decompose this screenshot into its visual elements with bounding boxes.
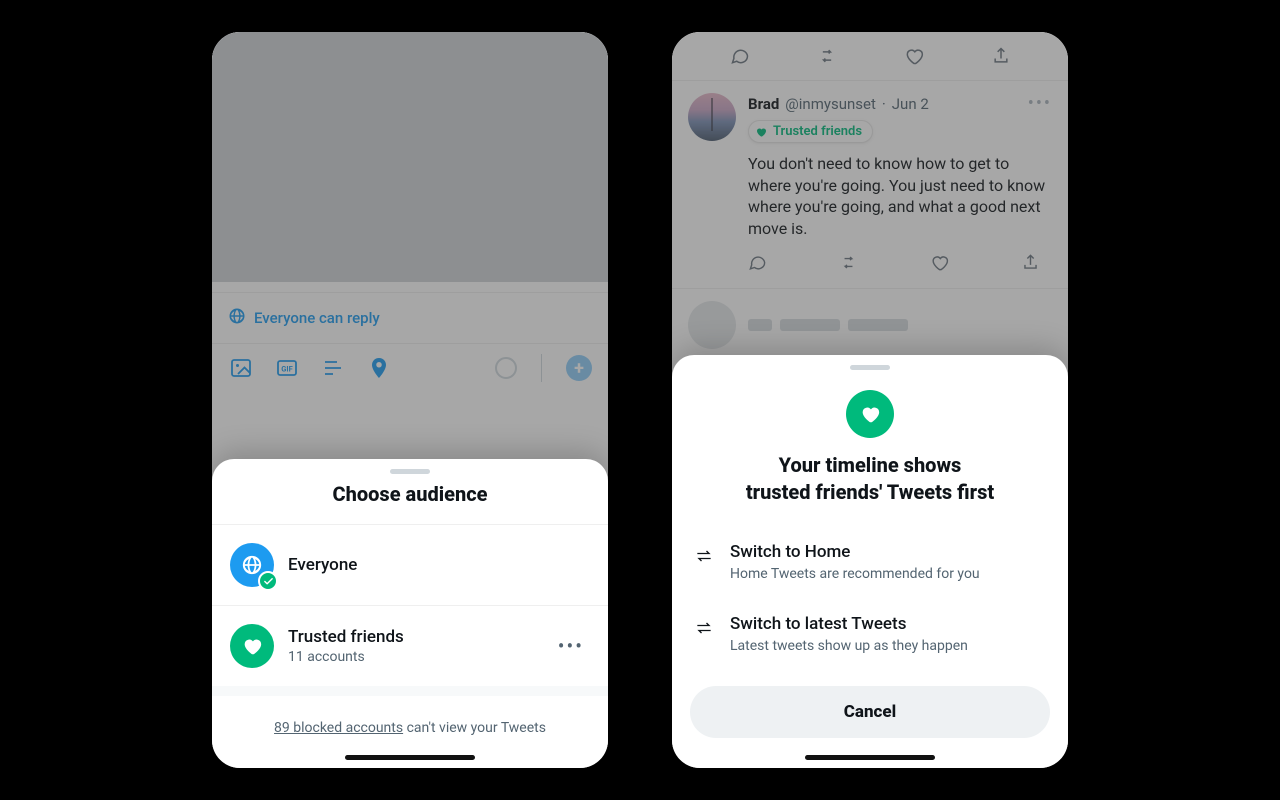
- switch-to-latest-option[interactable]: Switch to latest Tweets Latest tweets sh…: [672, 598, 1068, 670]
- heart-icon: [846, 390, 894, 438]
- switch-to-home-option[interactable]: Switch to Home Home Tweets are recommend…: [672, 526, 1068, 598]
- audience-option-everyone[interactable]: Everyone: [212, 524, 608, 605]
- option-label: Trusted friends: [288, 627, 404, 647]
- selected-check-icon: [258, 571, 278, 591]
- option-subtitle: Latest tweets show up as they happen: [730, 638, 968, 654]
- cancel-button[interactable]: Cancel: [690, 686, 1050, 738]
- headline-line1: Your timeline shows: [779, 453, 962, 477]
- option-subtitle: Home Tweets are recommended for you: [730, 566, 980, 582]
- blocked-accounts-footer: 89 blocked accounts can't view your Twee…: [212, 686, 608, 744]
- sheet-title: Choose audience: [212, 482, 608, 506]
- blocked-accounts-link[interactable]: 89 blocked accounts: [274, 720, 403, 736]
- more-icon[interactable]: •••: [558, 634, 590, 658]
- sheet-hero: Your timeline shows trusted friends' Twe…: [672, 378, 1068, 526]
- sheet-grabber[interactable]: [390, 469, 430, 474]
- audience-option-trusted-friends[interactable]: Trusted friends 11 accounts •••: [212, 605, 608, 686]
- option-label: Everyone: [288, 555, 357, 575]
- phone-compose-audience: Everyone can reply GIF + Choose audience: [200, 20, 620, 780]
- globe-icon: [230, 543, 274, 587]
- option-subtitle: 11 accounts: [288, 649, 404, 665]
- headline-line2: trusted friends' Tweets first: [746, 480, 994, 504]
- footer-text: can't view your Tweets: [403, 720, 546, 736]
- timeline-sort-sheet: Your timeline shows trusted friends' Twe…: [672, 355, 1068, 768]
- phone-timeline-sort: Brad @inmysunset · Jun 2 ••• Trusted fri…: [660, 20, 1080, 780]
- option-title: Switch to Home: [730, 542, 980, 562]
- heart-icon: [230, 624, 274, 668]
- choose-audience-sheet: Choose audience Everyone Trusted friends…: [212, 459, 608, 768]
- swap-icon: [694, 618, 714, 642]
- swap-icon: [694, 546, 714, 570]
- sheet-grabber[interactable]: [850, 365, 890, 370]
- option-title: Switch to latest Tweets: [730, 614, 968, 634]
